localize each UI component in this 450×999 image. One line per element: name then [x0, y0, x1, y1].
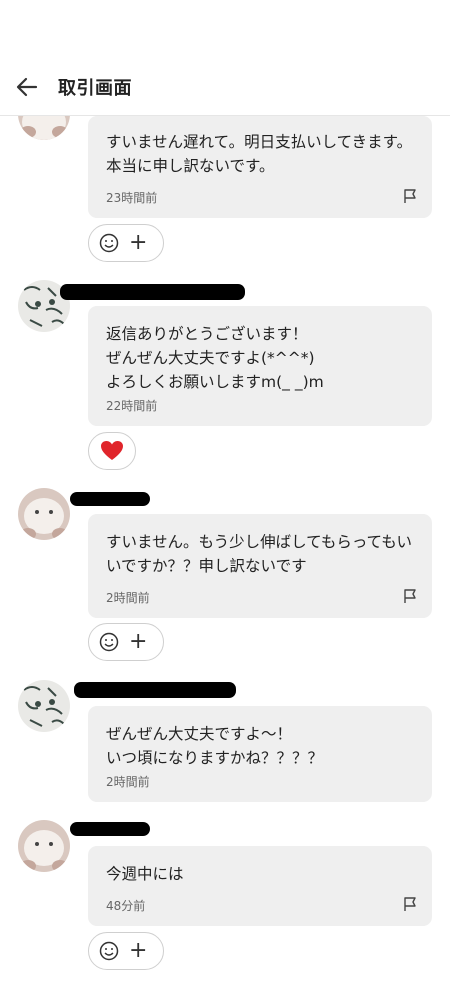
message-bubble: 返信ありがとうございます！ ぜんぜん大丈夫ですよ(*^^*) よろしくお願いしま… [88, 306, 432, 426]
flag-icon[interactable] [402, 588, 418, 604]
message-text: ぜんぜん大丈夫ですよ〜！ いつ頃になりますかね？？？？ [106, 725, 324, 767]
smile-icon [99, 233, 119, 253]
smile-icon [99, 632, 119, 652]
message-time: 22時間前 [106, 399, 158, 413]
message-time: 23時間前 [106, 191, 158, 205]
heart-icon [101, 441, 123, 460]
redacted-username [60, 284, 245, 300]
reaction-button[interactable]: + [88, 932, 164, 970]
message-text: すいません。もう少し伸ばしてもらってもいいですか？？申し訳ないです [106, 533, 412, 575]
redacted-username [70, 822, 150, 836]
message-time: 2時間前 [106, 591, 150, 605]
message-time: 48分前 [106, 899, 146, 913]
message-text: すいません遅れて。明日支払いしてきます。本当に申し訳ないです。 [106, 133, 413, 175]
reaction-button[interactable]: + [88, 623, 164, 661]
message-text: 今週中には [106, 865, 184, 883]
avatar-cat[interactable] [18, 488, 70, 540]
arrow-left-icon [16, 77, 38, 97]
message-time: 2時間前 [106, 775, 150, 789]
message-text: 返信ありがとうございます！ ぜんぜん大丈夫ですよ(*^^*) よろしくお願いしま… [106, 325, 324, 391]
page-title: 取引画面 [58, 78, 132, 99]
message-bubble: すいません遅れて。明日支払いしてきます。本当に申し訳ないです。 23時間前 [88, 116, 432, 218]
heart-reaction[interactable] [88, 432, 136, 470]
redacted-username [70, 492, 150, 506]
plus-icon: + [129, 629, 148, 654]
flag-icon[interactable] [402, 896, 418, 912]
plus-icon: + [129, 230, 148, 255]
message-bubble: ぜんぜん大丈夫ですよ〜！ いつ頃になりますかね？？？？ 2時間前 [88, 706, 432, 802]
redacted-username [74, 682, 236, 698]
smile-icon [99, 941, 119, 961]
flag-icon[interactable] [402, 188, 418, 204]
avatar-drawing[interactable] [18, 680, 70, 732]
plus-icon: + [129, 938, 148, 963]
back-button[interactable] [14, 74, 40, 100]
avatar-cat[interactable] [18, 820, 70, 872]
message-bubble: すいません。もう少し伸ばしてもらってもいいですか？？申し訳ないです 2時間前 [88, 514, 432, 618]
message-bubble: 今週中には 48分前 [88, 846, 432, 926]
reaction-button[interactable]: + [88, 224, 164, 262]
app-header: 取引画面 [0, 0, 450, 116]
